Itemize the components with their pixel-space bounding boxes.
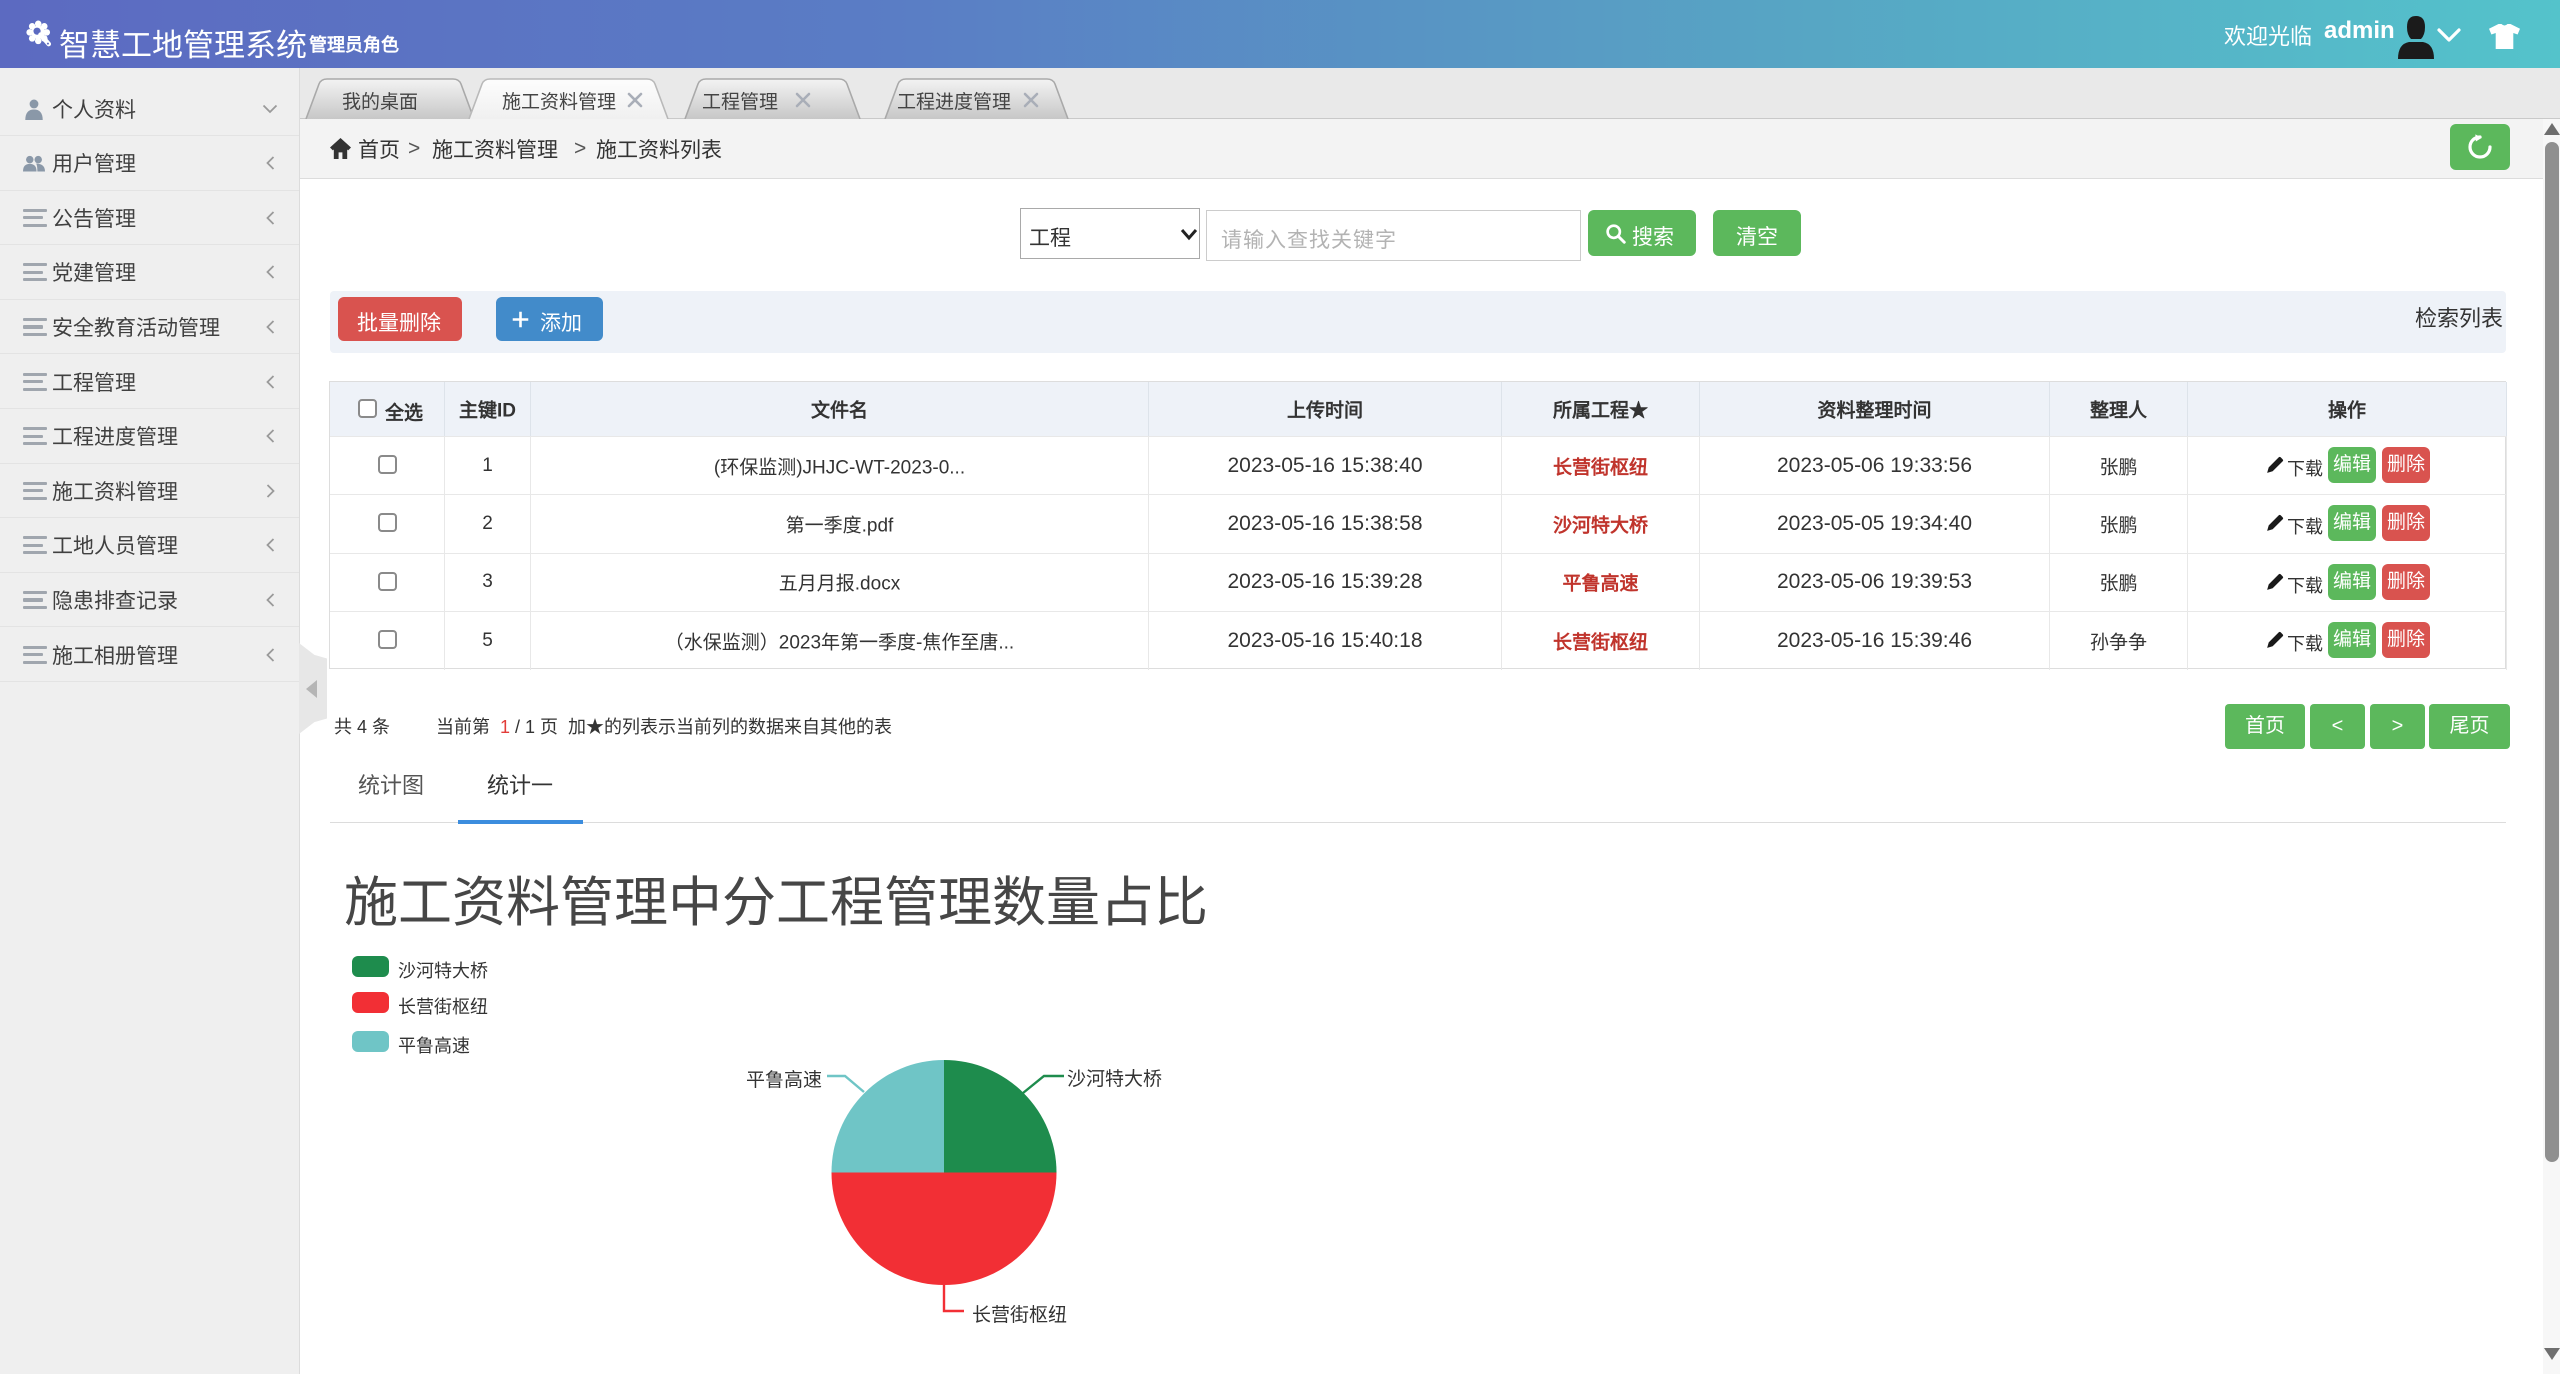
svg-text:我的桌面: 我的桌面 [342,91,418,113]
svg-text:工程管理: 工程管理 [702,91,778,113]
svg-text:工程进度管理: 工程进度管理 [897,91,1011,113]
svg-text:施工资料管理: 施工资料管理 [502,91,616,113]
